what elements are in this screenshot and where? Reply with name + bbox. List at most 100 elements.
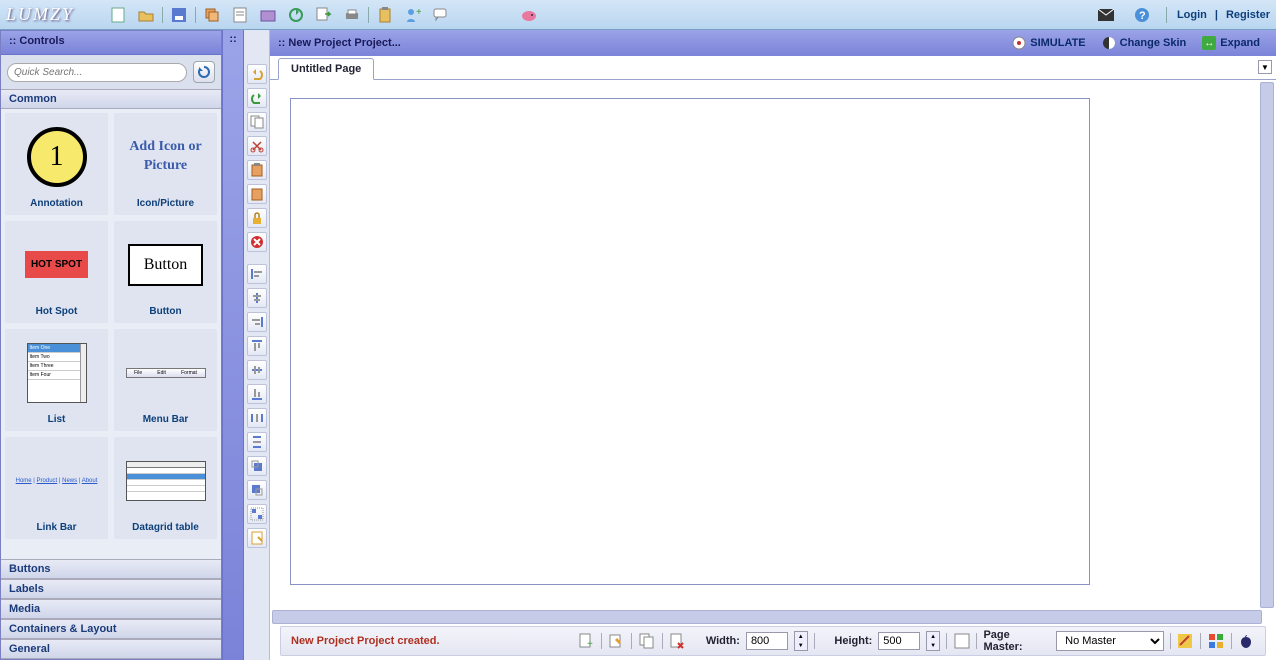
- control-iconpicture[interactable]: Add Icon or Picture Icon/Picture: [114, 113, 217, 215]
- separator: [162, 7, 163, 23]
- search-refresh-button[interactable]: [193, 61, 215, 83]
- tab-strip: Untitled Page ▼: [270, 56, 1276, 80]
- distribute-v-button[interactable]: [247, 432, 267, 452]
- separator: [601, 633, 602, 649]
- separator: [662, 633, 663, 649]
- simulate-button[interactable]: SIMULATE: [1004, 34, 1093, 52]
- export-icon[interactable]: [315, 6, 333, 24]
- master-select[interactable]: No Master: [1056, 631, 1163, 651]
- redo-button[interactable]: [247, 88, 267, 108]
- add-user-icon[interactable]: +: [404, 6, 422, 24]
- app-logo: LUMZY: [6, 4, 74, 25]
- align-top-button[interactable]: [247, 336, 267, 356]
- align-left-button[interactable]: [247, 264, 267, 284]
- accordion-buttons[interactable]: Buttons: [1, 559, 221, 579]
- accordion-common[interactable]: Common: [1, 89, 221, 109]
- accordion-containers[interactable]: Containers & Layout: [1, 619, 221, 639]
- separator: [1166, 7, 1167, 23]
- control-linkbar[interactable]: Home | Product | News | About Link Bar: [5, 437, 108, 539]
- height-input[interactable]: [878, 632, 920, 650]
- lock-button[interactable]: [247, 208, 267, 228]
- linkbar-thumb: Home | Product | News | About: [16, 478, 98, 484]
- control-button[interactable]: Button Button: [114, 221, 217, 323]
- group-button[interactable]: [247, 504, 267, 524]
- expand-button[interactable]: ↔ Expand: [1194, 34, 1268, 52]
- library-icon[interactable]: [259, 6, 277, 24]
- edit-page-icon[interactable]: [608, 632, 626, 650]
- new-file-icon[interactable]: [109, 6, 127, 24]
- distribute-h-button[interactable]: [247, 408, 267, 428]
- save-icon[interactable]: [170, 6, 188, 24]
- width-spinner[interactable]: ▲▼: [794, 631, 808, 651]
- apple-icon[interactable]: [1237, 632, 1255, 650]
- panel-handle[interactable]: ::: [222, 30, 244, 660]
- control-annotation[interactable]: 1 Annotation: [5, 113, 108, 215]
- align-middle-v-button[interactable]: [247, 360, 267, 380]
- button-thumb: Button: [128, 244, 204, 286]
- accordion-media[interactable]: Media: [1, 599, 221, 619]
- control-list[interactable]: Item One Item Two Item Three Item Four L…: [5, 329, 108, 431]
- edit-page-button[interactable]: [247, 528, 267, 548]
- menubar-label: Menu Bar: [116, 414, 215, 425]
- controls-panel-header: :: Controls: [1, 31, 221, 55]
- add-page-icon[interactable]: +: [577, 632, 595, 650]
- change-skin-button[interactable]: Change Skin: [1094, 34, 1195, 52]
- register-link[interactable]: Register: [1226, 9, 1270, 21]
- windows-icon[interactable]: [1207, 632, 1225, 650]
- delete-page-icon[interactable]: [669, 632, 687, 650]
- page-tab[interactable]: Untitled Page: [278, 58, 374, 80]
- paste-special-button[interactable]: [247, 184, 267, 204]
- control-menubar[interactable]: FileEditFormat Menu Bar: [114, 329, 217, 431]
- control-datagrid[interactable]: Datagrid table: [114, 437, 217, 539]
- vertical-scrollbar[interactable]: [1260, 82, 1274, 608]
- handle-dots: ::: [229, 33, 236, 45]
- piggy-icon[interactable]: [520, 6, 538, 24]
- hotspot-thumb: HOT SPOT: [25, 251, 88, 278]
- align-center-h-button[interactable]: [247, 288, 267, 308]
- svg-text:+: +: [416, 7, 421, 18]
- duplicate-page-icon[interactable]: [638, 632, 656, 650]
- iconpic-thumb: Add Icon or Picture: [116, 138, 215, 174]
- paste-button[interactable]: [247, 160, 267, 180]
- undo-button[interactable]: [247, 64, 267, 84]
- page-settings-icon[interactable]: [231, 6, 249, 24]
- cut-button[interactable]: [247, 136, 267, 156]
- login-link[interactable]: Login: [1177, 9, 1207, 21]
- accordion-general[interactable]: General: [1, 639, 221, 659]
- search-input[interactable]: [7, 63, 187, 82]
- bring-front-button[interactable]: [247, 456, 267, 476]
- chat-icon[interactable]: [432, 6, 450, 24]
- print-icon[interactable]: [343, 6, 361, 24]
- send-back-button[interactable]: [247, 480, 267, 500]
- align-right-button[interactable]: [247, 312, 267, 332]
- bgcolor-swatch[interactable]: [953, 632, 971, 650]
- control-hotspot[interactable]: HOT SPOT Hot Spot: [5, 221, 108, 323]
- delete-button[interactable]: [247, 232, 267, 252]
- width-input[interactable]: [746, 632, 788, 650]
- height-spinner[interactable]: ▲▼: [926, 631, 940, 651]
- tab-menu-button[interactable]: ▼: [1258, 60, 1272, 74]
- controls-panel: :: Controls Common 1 Annotation Add Icon…: [0, 30, 222, 660]
- accordion-labels[interactable]: Labels: [1, 579, 221, 599]
- copy-button[interactable]: [247, 112, 267, 132]
- sketch-style-icon[interactable]: [1176, 632, 1194, 650]
- clipboard-icon[interactable]: [376, 6, 394, 24]
- list-thumb: Item One Item Two Item Three Item Four: [27, 343, 87, 403]
- align-bottom-button[interactable]: [247, 384, 267, 404]
- separator: [814, 633, 815, 649]
- menubar-thumb: FileEditFormat: [126, 368, 206, 378]
- bottom-bar: New Project Project created. + Width: ▲▼…: [280, 626, 1266, 656]
- mail-icon[interactable]: [1097, 6, 1115, 24]
- separator: [1170, 633, 1171, 649]
- horizontal-scrollbar[interactable]: [272, 610, 1262, 624]
- separator: [1231, 633, 1232, 649]
- open-file-icon[interactable]: [137, 6, 155, 24]
- accordion-common-body: 1 Annotation Add Icon or Picture Icon/Pi…: [1, 109, 221, 559]
- copy-multi-icon[interactable]: [203, 6, 221, 24]
- refresh-icon[interactable]: [287, 6, 305, 24]
- login-sep: |: [1215, 9, 1218, 21]
- datagrid-label: Datagrid table: [116, 522, 215, 533]
- help-icon[interactable]: ?: [1133, 6, 1151, 24]
- canvas-page[interactable]: [290, 98, 1090, 585]
- canvas-header: :: New Project Project... SIMULATE Chang…: [270, 30, 1276, 56]
